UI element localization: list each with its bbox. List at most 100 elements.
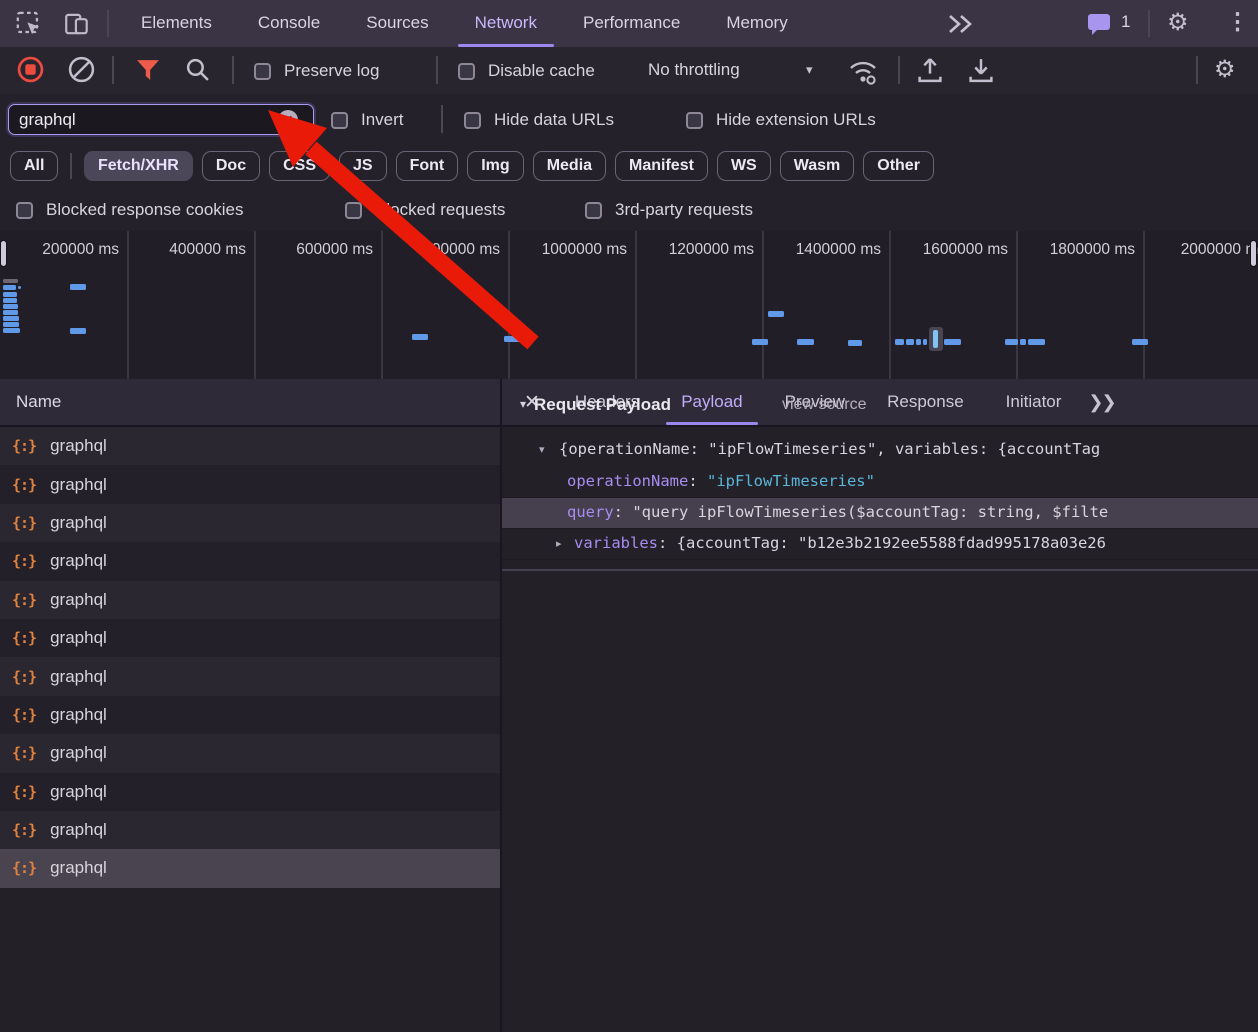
invert-label: Invert [361,110,404,130]
more-panels-icon[interactable] [946,13,976,35]
json-file-icon: {:} [12,744,36,762]
overview-left-handle[interactable] [0,240,7,267]
payload-summary-row[interactable]: ▾ {operationName: "ipFlowTimeseries", va… [502,435,1258,467]
kebab-menu-icon[interactable]: ⋮ [1226,8,1249,35]
network-overview-timeline[interactable]: 200000 ms400000 ms600000 ms800000 ms1000… [0,231,1258,380]
payload-row-operationName[interactable]: operationName: "ipFlowTimeseries" [502,467,1258,498]
3rd-party-requests-checkbox[interactable] [585,202,602,219]
export-har-icon[interactable] [966,57,996,84]
name-column-header[interactable]: Name [0,379,500,427]
throttling-caret-icon[interactable]: ▾ [806,62,813,78]
request-row[interactable]: {:}graphql [0,773,500,811]
blocked-response-cookies-checkbox[interactable] [16,202,33,219]
filter-funnel-icon[interactable] [136,59,160,81]
waterfall-bar [1020,339,1026,345]
type-chip-css[interactable]: CSS [269,151,330,181]
type-chip-font[interactable]: Font [396,151,459,181]
type-chip-fetch-xhr[interactable]: Fetch/XHR [84,151,193,181]
type-chip-img[interactable]: Img [467,151,523,181]
request-name: graphql [50,782,107,802]
payload-row-variables[interactable]: ▸variables: {accountTag: "b12e3b2192ee55… [502,529,1258,560]
invert-checkbox[interactable] [331,112,348,129]
timeline-gridline [127,231,129,379]
request-row[interactable]: {:}graphql [0,427,500,465]
request-row[interactable]: {:}graphql [0,811,500,849]
expand-triangle-icon[interactable]: ▾ [539,443,545,456]
inspect-element-icon[interactable] [15,10,42,37]
payload-row-query[interactable]: query: "query ipFlowTimeseries($accountT… [502,498,1258,529]
settings-gear-icon[interactable]: ⚙ [1167,10,1189,36]
throttling-select[interactable]: No throttling [648,60,740,80]
request-name: graphql [50,667,107,687]
waterfall-bar [1028,339,1045,345]
search-icon[interactable] [185,57,210,82]
issues-icon[interactable] [1086,12,1112,36]
request-name: graphql [50,705,107,725]
waterfall-bar [3,279,18,283]
collapse-triangle-icon[interactable]: ▾ [520,397,526,411]
tab-console[interactable]: Console [235,0,343,47]
timeline-gridline [635,231,637,379]
network-settings-gear-icon[interactable]: ⚙ [1214,57,1236,83]
hide-extension-urls-checkbox[interactable] [686,112,703,129]
disable-cache-label: Disable cache [488,61,595,81]
disable-cache-checkbox[interactable] [458,63,475,80]
hide-data-urls-checkbox[interactable] [464,112,481,129]
type-chip-all[interactable]: All [10,151,58,181]
requests-panel: Name {:}graphql{:}graphql{:}graphql{:}gr… [0,379,500,1032]
tab-network[interactable]: Network [452,0,560,47]
json-file-icon: {:} [12,552,36,570]
extra-filter: Blocked requests [345,200,505,220]
issues-count[interactable]: 1 [1121,12,1130,32]
import-har-icon[interactable] [915,57,945,84]
type-chip-other[interactable]: Other [863,151,934,181]
type-chip-wasm[interactable]: Wasm [780,151,855,181]
timeline-tick-label: 1400000 ms [796,241,881,259]
overview-right-handle[interactable] [1250,240,1257,267]
request-row[interactable]: {:}graphql [0,581,500,619]
request-row[interactable]: {:} graphql [0,696,500,734]
request-row[interactable]: {:}graphql [0,504,500,542]
network-conditions-icon[interactable] [847,58,879,86]
json-file-icon: {:} [12,706,36,724]
timeline-gridline [381,231,383,379]
chip-divider [70,153,72,179]
request-row[interactable]: {:}graphql [0,849,500,887]
request-name: graphql [50,475,107,495]
request-row[interactable]: {:}graphql [0,619,500,657]
clear-network-log-icon[interactable] [68,56,95,83]
type-chip-js[interactable]: JS [339,151,387,181]
waterfall-bar [3,285,16,290]
request-row[interactable]: {:}graphql [0,734,500,772]
filter-row: Invert Hide data URLs Hide extension URL… [0,94,1258,143]
request-row[interactable]: {:}graphql [0,657,500,695]
tab-sources[interactable]: Sources [343,0,451,47]
type-chip-doc[interactable]: Doc [202,151,260,181]
extra-filter-label: 3rd-party requests [615,200,753,220]
tab-memory[interactable]: Memory [703,0,810,47]
type-chip-manifest[interactable]: Manifest [615,151,708,181]
expand-triangle-icon[interactable]: ▸ [556,537,562,550]
type-chip-media[interactable]: Media [533,151,606,181]
request-row[interactable]: {:}graphql [0,465,500,503]
payload-key: variables [574,534,658,552]
blocked-requests-checkbox[interactable] [345,202,362,219]
request-row[interactable]: {:}graphql [0,542,500,580]
waterfall-bar [70,328,86,334]
preserve-log-checkbox[interactable] [254,63,271,80]
tab-elements[interactable]: Elements [118,0,235,47]
type-chip-ws[interactable]: WS [717,151,771,181]
clear-filter-icon[interactable]: ✕ [278,110,298,130]
timeline-tick-label: 1000000 ms [542,241,627,259]
toolbar-divider [898,56,900,84]
waterfall-bar [768,311,784,317]
view-source-link[interactable]: view source [782,396,866,414]
tab-performance[interactable]: Performance [560,0,703,47]
request-name: graphql [50,436,107,456]
record-network-log-icon[interactable] [17,56,44,83]
waterfall-bar [3,328,20,333]
filter-input[interactable] [8,104,314,135]
payload-divider [502,569,1258,571]
network-toolbar: Preserve log Disable cache No throttling… [0,47,1258,95]
device-toolbar-icon[interactable] [63,10,91,37]
